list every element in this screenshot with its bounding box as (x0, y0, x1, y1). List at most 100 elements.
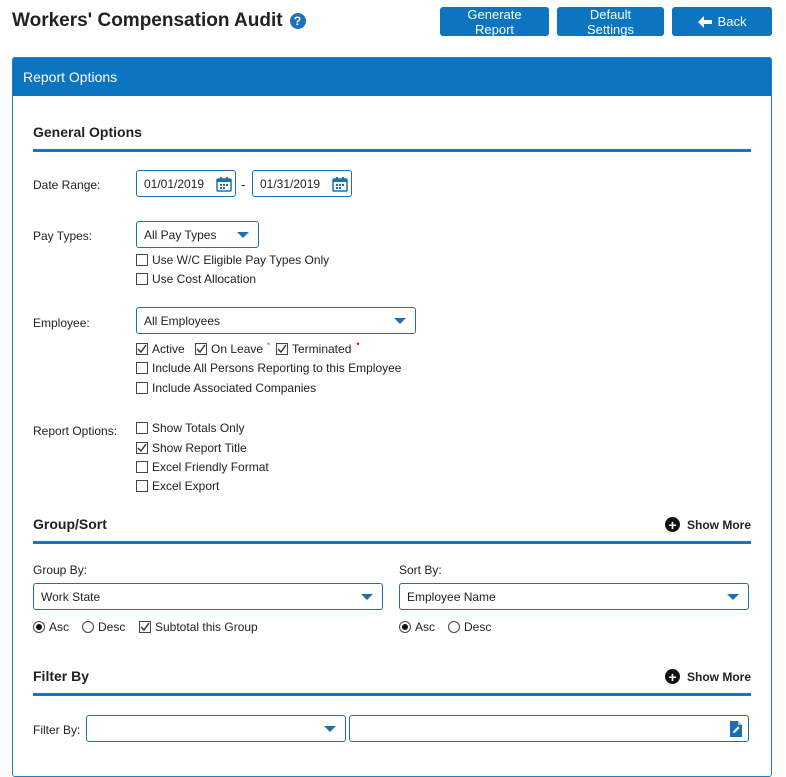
pay-types-select[interactable]: All Pay Types (136, 221, 259, 248)
on-leave-checkbox[interactable] (195, 343, 207, 355)
employee-label: Employee: (33, 316, 90, 330)
file-edit-icon[interactable] (728, 720, 744, 737)
calendar-icon[interactable] (332, 176, 348, 192)
wc-eligible-checkbox-row[interactable]: Use W/C Eligible Pay Types Only (136, 252, 329, 268)
active-checkbox-row[interactable]: Active (136, 341, 185, 357)
employee-value: All Employees (144, 313, 221, 328)
sort-by-value: Employee Name (407, 589, 496, 604)
group-asc-radio[interactable] (33, 621, 45, 633)
page-title: Workers' Compensation Audit ? (12, 10, 306, 32)
report-options-label: Report Options: (33, 424, 118, 438)
include-companies-checkbox-row[interactable]: Include Associated Companies (136, 380, 316, 396)
pay-types-label: Pay Types: (33, 229, 93, 243)
default-settings-button[interactable]: Default Settings (557, 7, 664, 37)
help-icon[interactable]: ? (289, 13, 306, 29)
group-asc-label: Asc (49, 620, 70, 634)
filter-field-select[interactable] (86, 715, 346, 742)
group-sort-show-more[interactable]: + Show More (664, 517, 751, 532)
general-options-title: General Options (33, 124, 142, 140)
on-leave-label: On Leave (211, 342, 264, 356)
group-by-select[interactable]: Work State (33, 583, 383, 610)
plus-circle-icon: + (664, 517, 680, 532)
sort-asc-radio-row[interactable]: Asc (399, 619, 435, 635)
arrow-left-icon (697, 15, 712, 28)
date-from-value: 01/01/2019 (144, 176, 205, 191)
show-title-checkbox[interactable] (136, 442, 148, 454)
group-asc-radio-row[interactable]: Asc (33, 619, 69, 635)
excel-export-checkbox[interactable] (136, 480, 148, 492)
sort-desc-label: Desc (464, 620, 492, 634)
calendar-icon[interactable] (216, 176, 232, 192)
date-from-input[interactable]: 01/01/2019 (136, 170, 236, 197)
terminated-checkbox[interactable] (276, 343, 288, 355)
sort-asc-label: Asc (415, 620, 436, 634)
back-button-label: Back (717, 14, 747, 29)
sort-by-label: Sort By: (399, 563, 442, 577)
wc-eligible-checkbox[interactable] (136, 254, 148, 266)
caret-down-icon (324, 725, 336, 732)
page-title-text: Workers' Compensation Audit (12, 10, 283, 31)
on-leave-checkbox-row[interactable]: On Leave • (195, 339, 271, 357)
generate-report-button[interactable]: Generate Report (440, 7, 549, 37)
include-companies-checkbox[interactable] (136, 382, 148, 394)
group-by-value: Work State (41, 589, 101, 604)
filter-by-label: Filter By: (33, 723, 81, 737)
date-to-value: 01/31/2019 (260, 176, 321, 191)
sort-desc-radio[interactable] (448, 621, 460, 633)
show-title-checkbox-row[interactable]: Show Report Title (136, 440, 247, 456)
show-more-label: Show More (686, 669, 751, 684)
group-desc-radio[interactable] (82, 621, 94, 633)
date-to-input[interactable]: 01/31/2019 (252, 170, 352, 197)
caret-down-icon (394, 317, 406, 324)
group-by-label: Group By: (33, 563, 88, 577)
filter-by-title: Filter By (33, 668, 90, 684)
group-sort-heading: Group/Sort + Show More (33, 516, 751, 544)
show-totals-label: Show Totals Only (152, 421, 245, 435)
pay-types-value: All Pay Types (144, 227, 217, 242)
include-persons-label: Include All Persons Reporting to this Em… (152, 361, 402, 375)
filter-by-heading: Filter By + Show More (33, 668, 751, 696)
date-separator: - (241, 177, 246, 192)
excel-friendly-checkbox[interactable] (136, 461, 148, 473)
filter-value-input[interactable] (349, 715, 749, 742)
employee-select[interactable]: All Employees (136, 307, 416, 334)
check-icon (137, 443, 147, 453)
include-persons-checkbox[interactable] (136, 362, 148, 374)
group-sort-title: Group/Sort (33, 516, 107, 532)
general-options-heading: General Options (33, 124, 751, 152)
cost-allocation-label: Use Cost Allocation (152, 272, 257, 286)
wc-eligible-label: Use W/C Eligible Pay Types Only (152, 253, 330, 267)
terminated-label: Terminated (292, 342, 352, 356)
excel-export-checkbox-row[interactable]: Excel Export (136, 478, 219, 494)
required-dot-icon: • (356, 339, 360, 349)
cost-allocation-checkbox-row[interactable]: Use Cost Allocation (136, 271, 256, 287)
sort-desc-radio-row[interactable]: Desc (448, 619, 491, 635)
check-icon (277, 344, 287, 354)
group-desc-radio-row[interactable]: Desc (82, 619, 125, 635)
check-icon (140, 622, 150, 632)
report-options-panel: Report Options General Options Date Rang… (12, 57, 772, 777)
info-dot-icon: • (267, 339, 271, 349)
subtotal-checkbox-row[interactable]: Subtotal this Group (139, 619, 258, 635)
cost-allocation-checkbox[interactable] (136, 273, 148, 285)
show-totals-checkbox[interactable] (136, 422, 148, 434)
back-button[interactable]: Back (672, 7, 772, 36)
filter-show-more[interactable]: + Show More (664, 669, 751, 684)
excel-friendly-checkbox-row[interactable]: Excel Friendly Format (136, 459, 269, 475)
subtotal-checkbox[interactable] (139, 621, 151, 633)
include-companies-label: Include Associated Companies (152, 381, 317, 395)
show-title-label: Show Report Title (152, 441, 247, 455)
excel-friendly-label: Excel Friendly Format (152, 460, 269, 474)
sort-asc-radio[interactable] (399, 621, 411, 633)
caret-down-icon (237, 231, 249, 238)
sort-by-select[interactable]: Employee Name (399, 583, 749, 610)
date-range-label: Date Range: (33, 178, 101, 192)
caret-down-icon (361, 593, 373, 600)
group-desc-label: Desc (98, 620, 126, 634)
excel-export-label: Excel Export (152, 479, 220, 493)
active-checkbox[interactable] (136, 343, 148, 355)
show-totals-checkbox-row[interactable]: Show Totals Only (136, 420, 245, 436)
check-icon (196, 344, 206, 354)
terminated-checkbox-row[interactable]: Terminated • (276, 339, 360, 357)
include-persons-checkbox-row[interactable]: Include All Persons Reporting to this Em… (136, 360, 401, 376)
